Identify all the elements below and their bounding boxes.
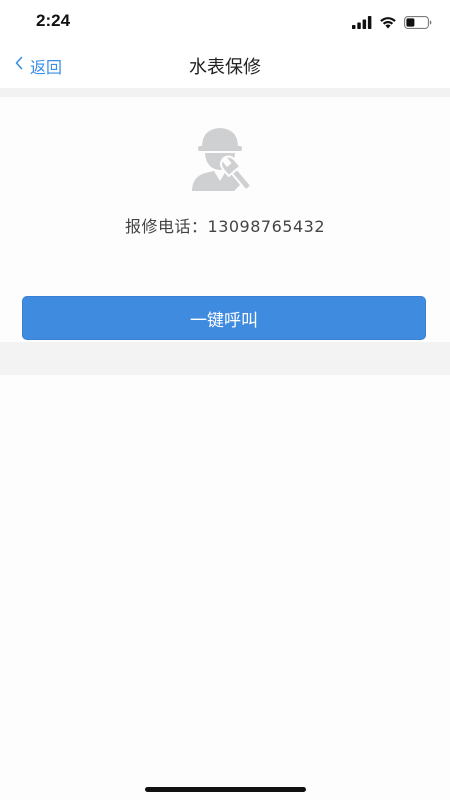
- repair-card: 报修电话：13098765432 一键呼叫: [0, 97, 450, 342]
- signal-icon: [352, 14, 372, 33]
- repair-phone: 报修电话：13098765432: [0, 213, 450, 237]
- separator-band-bottom: [0, 342, 450, 375]
- status-icons: [352, 14, 432, 33]
- one-click-call-button[interactable]: 一键呼叫: [22, 296, 426, 340]
- screen: 2:24 返回 水表保修 报修电话：13098765432 一键呼叫: [0, 0, 450, 800]
- status-time: 2:24: [36, 11, 71, 30]
- phone-number[interactable]: 13098765432: [208, 217, 325, 236]
- separator-band: [0, 88, 450, 97]
- status-bar: 2:24: [0, 0, 450, 44]
- page-title: 水表保修: [189, 57, 261, 78]
- nav-bar: 返回 水表保修: [0, 44, 450, 88]
- phone-label: 报修电话：: [125, 217, 208, 236]
- repair-worker-icon: [188, 125, 264, 195]
- battery-icon: [404, 14, 432, 33]
- home-indicator[interactable]: [145, 787, 306, 792]
- wifi-icon: [379, 14, 397, 33]
